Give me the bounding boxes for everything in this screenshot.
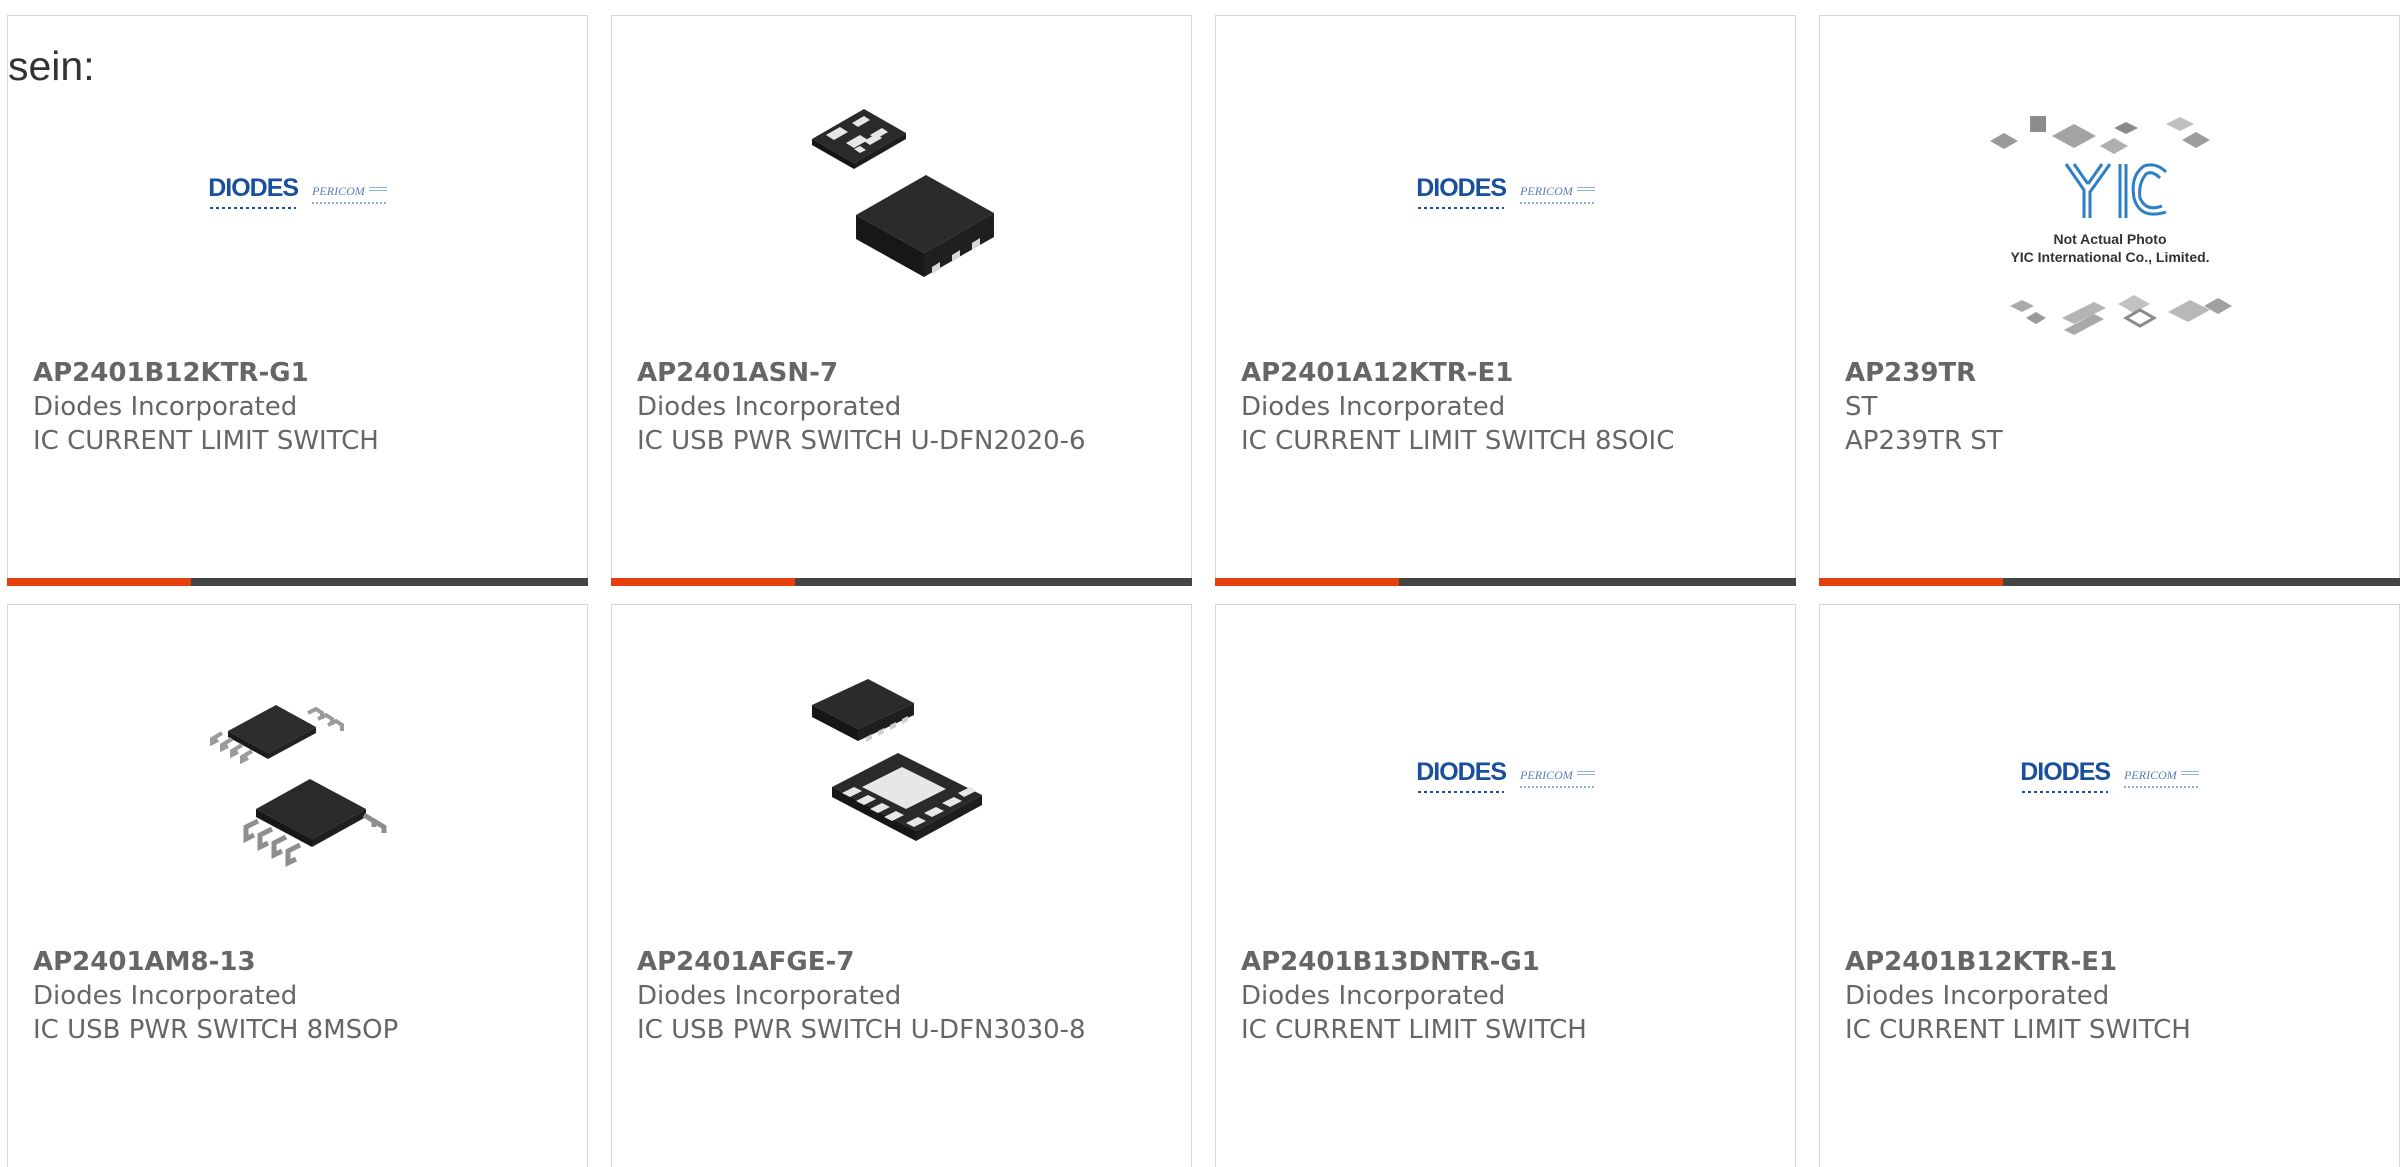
- product-info: AP2401A12KTR-E1 Diodes Incorporated IC C…: [1241, 356, 1735, 458]
- description: IC USB PWR SWITCH 8MSOP: [33, 1015, 399, 1045]
- product-card[interactable]: DIODES PERICOM AP2401A12KTR-E1 Diodes In…: [1215, 15, 1796, 586]
- product-info: AP2401B12KTR-G1 Diodes Incorporated IC C…: [33, 356, 527, 458]
- product-image: [797, 670, 1007, 880]
- part-number: AP239TR: [1845, 358, 1977, 388]
- part-number: AP2401AM8-13: [33, 947, 256, 977]
- product-image: Not Actual Photo YIC International Co., …: [1970, 106, 2250, 356]
- pericom-wordmark: PERICOM: [1520, 768, 1595, 788]
- part-number: AP2401A12KTR-E1: [1241, 358, 1514, 388]
- description: IC CURRENT LIMIT SWITCH: [1241, 1015, 1587, 1045]
- manufacturer: Diodes Incorporated: [1845, 981, 2110, 1011]
- diodes-wordmark: DIODES: [2020, 758, 2111, 793]
- product-info: AP2401ASN-7 Diodes Incorporated IC USB P…: [637, 356, 1131, 458]
- card-accent: [1819, 578, 2003, 586]
- manufacturer: Diodes Incorporated: [33, 981, 298, 1011]
- pericom-wordmark: PERICOM: [312, 184, 387, 204]
- product-image: DIODES PERICOM: [2005, 670, 2215, 880]
- manufacturer: Diodes Incorporated: [1241, 392, 1506, 422]
- product-image: [797, 86, 1007, 296]
- diodes-logo: DIODES PERICOM: [2020, 758, 2199, 793]
- product-info: AP2401B12KTR-E1 Diodes Incorporated IC C…: [1845, 945, 2339, 1047]
- description: IC USB PWR SWITCH U-DFN2020-6: [637, 426, 1086, 456]
- pericom-wordmark: PERICOM: [2124, 768, 2199, 788]
- product-image: DIODES PERICOM: [1401, 86, 1611, 296]
- description: IC USB PWR SWITCH U-DFN3030-8: [637, 1015, 1086, 1045]
- part-number: AP2401B13DNTR-G1: [1241, 947, 1540, 977]
- udfn-8-package-image: [811, 679, 982, 841]
- diodes-logo: DIODES PERICOM: [1416, 174, 1595, 209]
- product-card[interactable]: DIODES PERICOM AP2401B12KTR-E1 Diodes In…: [1819, 604, 2400, 1167]
- product-info: AP2401B13DNTR-G1 Diodes Incorporated IC …: [1241, 945, 1735, 1047]
- product-image: DIODES PERICOM: [1401, 670, 1611, 880]
- manufacturer: Diodes Incorporated: [637, 392, 902, 422]
- product-image: DIODES PERICOM: [193, 86, 403, 296]
- card-bottom-bar: [7, 578, 588, 586]
- manufacturer: Diodes Incorporated: [1241, 981, 1506, 1011]
- yic-note-line2: YIC International Co., Limited.: [2010, 249, 2209, 265]
- product-card[interactable]: AP2401AM8-13 Diodes Incorporated IC USB …: [7, 604, 588, 1167]
- manufacturer: Diodes Incorporated: [637, 981, 902, 1011]
- product-card[interactable]: AP2401ASN-7 Diodes Incorporated IC USB P…: [611, 15, 1192, 586]
- msop-8-package-image: [209, 705, 386, 868]
- product-image: [193, 670, 403, 880]
- product-info: AP239TR ST AP239TR ST: [1845, 356, 2339, 458]
- pericom-wordmark: PERICOM: [1520, 184, 1595, 204]
- udfn-6-package-image: [811, 109, 994, 277]
- product-info: AP2401AM8-13 Diodes Incorporated IC USB …: [33, 945, 527, 1047]
- page: sein: DIODES PERICOM AP2401B12KTR-G1 Dio…: [0, 0, 2400, 1167]
- yic-note-line1: Not Actual Photo: [2053, 231, 2166, 247]
- product-card[interactable]: DIODES PERICOM AP2401B12KTR-G1 Diodes In…: [7, 15, 588, 586]
- card-bottom-bar: [1215, 578, 1796, 586]
- product-card[interactable]: AP2401AFGE-7 Diodes Incorporated IC USB …: [611, 604, 1192, 1167]
- part-number: AP2401ASN-7: [637, 358, 839, 388]
- intro-text: sein:: [8, 43, 95, 89]
- card-accent: [611, 578, 795, 586]
- description: AP239TR ST: [1845, 426, 2003, 456]
- description: IC CURRENT LIMIT SWITCH 8SOIC: [1241, 426, 1675, 456]
- part-number: AP2401B12KTR-E1: [1845, 947, 2118, 977]
- diodes-logo: DIODES PERICOM: [208, 174, 387, 209]
- yic-placeholder-image: Not Actual Photo YIC International Co., …: [1989, 116, 2232, 335]
- card-bottom-bar: [1819, 578, 2400, 586]
- product-card[interactable]: Not Actual Photo YIC International Co., …: [1819, 15, 2400, 586]
- card-accent: [7, 578, 191, 586]
- diodes-wordmark: DIODES: [208, 174, 299, 209]
- part-number: AP2401AFGE-7: [637, 947, 855, 977]
- manufacturer: ST: [1845, 392, 1878, 422]
- part-number: AP2401B12KTR-G1: [33, 358, 309, 388]
- product-grid: DIODES PERICOM AP2401B12KTR-G1 Diodes In…: [0, 0, 2400, 1167]
- card-bottom-bar: [611, 578, 1192, 586]
- card-accent: [1215, 578, 1399, 586]
- product-card[interactable]: DIODES PERICOM AP2401B13DNTR-G1 Diodes I…: [1215, 604, 1796, 1167]
- diodes-wordmark: DIODES: [1416, 758, 1507, 793]
- manufacturer: Diodes Incorporated: [33, 392, 298, 422]
- description: IC CURRENT LIMIT SWITCH: [1845, 1015, 2191, 1045]
- diodes-wordmark: DIODES: [1416, 174, 1507, 209]
- diodes-logo: DIODES PERICOM: [1416, 758, 1595, 793]
- description: IC CURRENT LIMIT SWITCH: [33, 426, 379, 456]
- product-info: AP2401AFGE-7 Diodes Incorporated IC USB …: [637, 945, 1131, 1047]
